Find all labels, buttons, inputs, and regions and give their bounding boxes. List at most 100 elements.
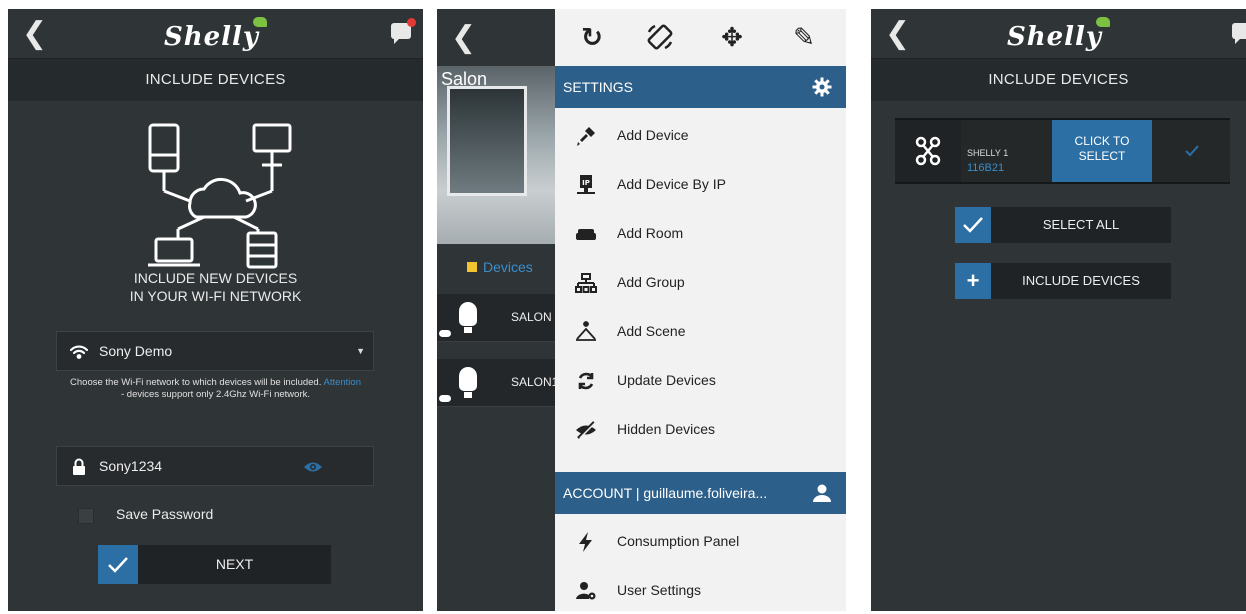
- notification-icon[interactable]: [1232, 23, 1246, 44]
- hint-text-part2: - devices support only 2.4Ghz Wi-Fi netw…: [120, 389, 310, 400]
- select-all-label: SELECT ALL: [1042, 217, 1120, 232]
- edit-pencil-icon[interactable]: ✎: [789, 22, 819, 52]
- device-card: SHELLY 1 116B21 CLICK TO SELECT: [895, 118, 1230, 184]
- shelly-logo: Shelly: [8, 17, 423, 52]
- wifi-network-select[interactable]: Sony Demo ▼: [56, 331, 374, 371]
- lock-icon: [73, 458, 85, 475]
- selected-checkmark-icon[interactable]: [1185, 144, 1199, 158]
- plug-icon: [577, 127, 595, 146]
- app-bar: ❮ Shelly: [8, 9, 423, 59]
- save-password-label: Save Password: [116, 506, 214, 522]
- password-field[interactable]: Sony1234: [56, 446, 374, 486]
- include-devices-select-screen: ❮ Shelly INCLUDE DEVICES SHELLY 1 116B21…: [871, 9, 1246, 611]
- page-title: INCLUDE DEVICES: [8, 59, 423, 101]
- menu-item-label: User Settings: [617, 582, 702, 598]
- checkmark-icon: [98, 545, 138, 584]
- lightning-icon: [579, 532, 592, 552]
- settings-menu-screen: ❮ Salon Devices SALON SALON1 ↻ ✥ ✎ SETTI…: [437, 9, 846, 611]
- menu-item-add-scene[interactable]: Add Scene: [555, 308, 846, 356]
- refresh-icon: [578, 372, 594, 390]
- menu-item-hidden-devices[interactable]: Hidden Devices: [555, 406, 846, 454]
- room-photo: [437, 66, 555, 244]
- next-button-label: NEXT: [215, 556, 254, 572]
- settings-drawer: SETTINGS Add Device IP Add Device By IP …: [555, 66, 846, 611]
- menu-item-label: Update Devices: [617, 372, 716, 388]
- user-icon: [813, 484, 831, 502]
- devices-chip-icon: [467, 262, 477, 272]
- settings-header-label: SETTINGS: [563, 79, 634, 95]
- svg-text:IP: IP: [582, 179, 590, 187]
- device-name: SHELLY 1: [967, 148, 1009, 158]
- menu-item-add-device[interactable]: Add Device: [555, 112, 846, 160]
- hidden-eye-icon: [576, 421, 597, 439]
- tab-devices[interactable]: Devices: [467, 259, 533, 275]
- include-devices-button[interactable]: + INCLUDE DEVICES: [955, 263, 1171, 299]
- gear-icon[interactable]: [812, 77, 832, 97]
- include-heading-line1: INCLUDE NEW DEVICES: [133, 270, 298, 286]
- show-password-eye-icon[interactable]: [303, 458, 323, 476]
- menu-item-add-device-by-ip[interactable]: IP Add Device By IP: [555, 161, 846, 209]
- wifi-hint-text: Choose the Wi-Fi network to which device…: [68, 377, 363, 401]
- menu-item-label: Add Group: [617, 274, 685, 290]
- cloud-icon: [439, 395, 451, 402]
- account-header[interactable]: ACCOUNT | guillaume.foliveira...: [555, 472, 846, 514]
- room-view-background: ❮ Salon Devices SALON SALON1: [437, 9, 559, 611]
- include-heading-line2: IN YOUR WI-FI NETWORK: [129, 288, 302, 304]
- bulb-icon: [459, 302, 477, 333]
- tab-devices-label: Devices: [483, 259, 533, 275]
- wifi-icon: [69, 345, 89, 359]
- menu-item-consumption-panel[interactable]: Consumption Panel: [555, 518, 846, 566]
- rotate-screen-icon[interactable]: [645, 22, 675, 52]
- notification-icon[interactable]: [391, 18, 416, 44]
- user-gear-icon: [576, 582, 596, 600]
- next-button[interactable]: NEXT: [98, 545, 331, 584]
- plus-icon: +: [955, 263, 991, 299]
- menu-item-label: Consumption Panel: [617, 533, 740, 549]
- relay-device-icon: [895, 120, 961, 182]
- save-password-checkbox[interactable]: [78, 508, 94, 524]
- cloud-icon: [439, 330, 451, 337]
- settings-header: SETTINGS: [555, 66, 846, 108]
- menu-item-label: Hidden Devices: [617, 421, 716, 437]
- menu-item-add-room[interactable]: Add Room: [555, 210, 846, 258]
- bulb-icon: [459, 367, 477, 398]
- chevron-down-icon: ▼: [356, 346, 365, 356]
- checkmark-icon: [955, 207, 991, 243]
- include-heading: INCLUDE NEW DEVICES IN YOUR WI-FI NETWOR…: [8, 269, 423, 305]
- device-row[interactable]: SALON: [437, 294, 555, 342]
- menu-item-update-devices[interactable]: Update Devices: [555, 357, 846, 405]
- menu-item-label: Add Device By IP: [617, 176, 726, 192]
- page-title: INCLUDE DEVICES: [871, 59, 1246, 101]
- include-devices-screen: ❮ Shelly INCLUDE DEVICES INCLUDE NEW DEV…: [8, 9, 423, 611]
- network-devices-illustration-icon: [148, 123, 292, 269]
- menu-item-label: Add Room: [617, 225, 684, 241]
- menu-item-label: Add Scene: [617, 323, 686, 339]
- account-header-label: ACCOUNT | guillaume.foliveira...: [563, 485, 768, 501]
- scene-icon: [576, 321, 596, 341]
- menu-item-user-settings[interactable]: User Settings: [555, 567, 846, 611]
- select-all-button[interactable]: SELECT ALL: [955, 207, 1171, 243]
- include-devices-label: INCLUDE DEVICES: [1022, 273, 1140, 288]
- device-row-name: SALON: [511, 310, 552, 324]
- wifi-selected-value: Sony Demo: [99, 343, 173, 359]
- app-bar: ❮ Shelly: [871, 9, 1246, 59]
- device-row-name: SALON1: [511, 375, 559, 389]
- device-id: 116B21: [967, 162, 1005, 174]
- sofa-icon: [576, 229, 596, 240]
- click-to-select-line2: SELECT: [1078, 149, 1126, 163]
- room-title: Salon: [441, 69, 488, 89]
- password-value: Sony1234: [99, 458, 163, 474]
- drawer-toolbar: ↻ ✥ ✎: [555, 9, 846, 66]
- refresh-icon[interactable]: ↻: [577, 22, 607, 52]
- device-row[interactable]: SALON1: [437, 359, 559, 407]
- click-to-select-line1: CLICK TO: [1074, 134, 1130, 148]
- click-to-select-button[interactable]: CLICK TO SELECT: [1052, 120, 1152, 182]
- menu-item-label: Add Device: [617, 127, 689, 143]
- menu-item-add-group[interactable]: Add Group: [555, 259, 846, 307]
- ip-monitor-icon: IP: [577, 175, 595, 194]
- back-arrow-icon[interactable]: ❮: [451, 21, 476, 55]
- move-arrows-icon[interactable]: ✥: [717, 22, 747, 52]
- attention-link[interactable]: Attention: [323, 377, 361, 388]
- hint-text-part1: Choose the Wi-Fi network to which device…: [70, 377, 322, 388]
- shelly-logo: Shelly: [871, 17, 1246, 52]
